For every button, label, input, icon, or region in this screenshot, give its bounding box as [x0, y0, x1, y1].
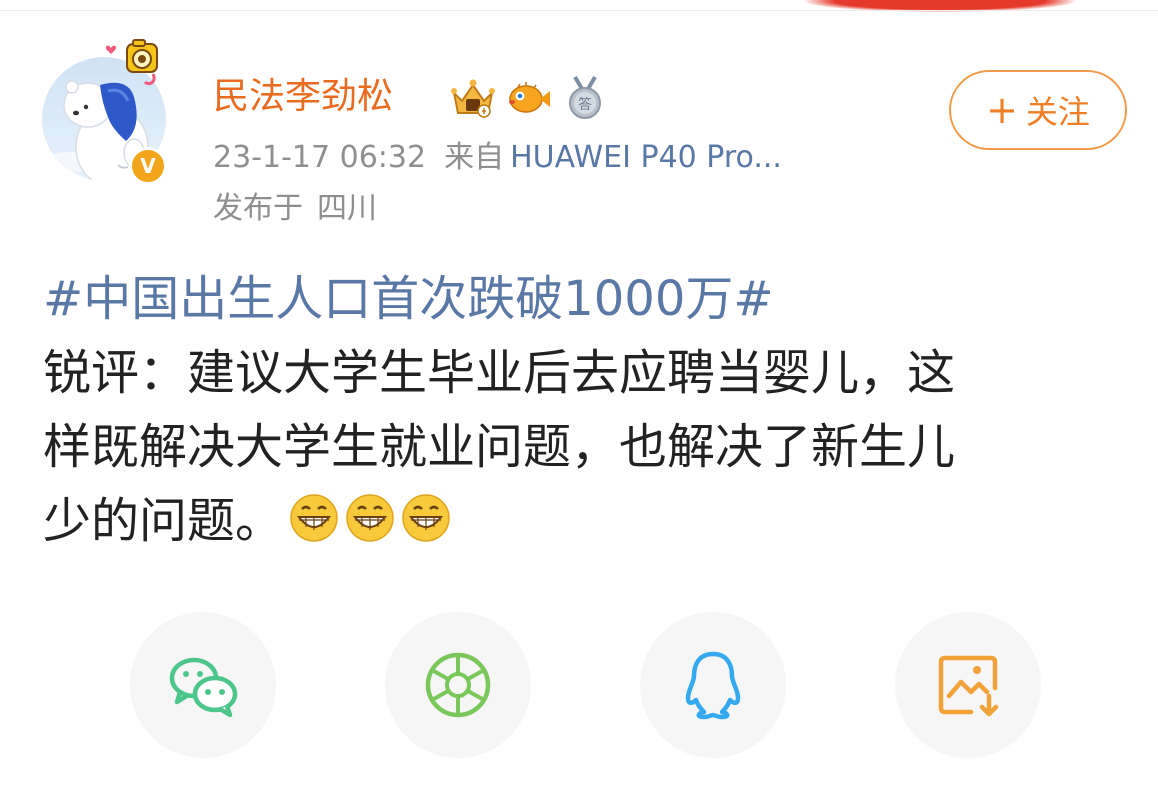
post-text-line-3-text: 少的问题。	[43, 493, 284, 549]
post-text-line-3: 少的问题。	[43, 484, 1123, 558]
moments-icon	[425, 652, 491, 718]
verified-badge: V	[129, 147, 167, 185]
share-wechat-button[interactable]	[130, 612, 276, 758]
save-image-button[interactable]	[895, 612, 1041, 758]
plus-icon: +	[986, 88, 1018, 132]
share-qq-button[interactable]	[640, 612, 786, 758]
share-bar	[0, 612, 1158, 758]
vip-crown-badge-icon[interactable]	[448, 75, 498, 121]
post-text-line-1: 锐评：建议大学生毕业后去应聘当婴儿，这	[43, 345, 956, 401]
weibo-post-page: V 民法李劲松 答 23-1-17 06:32 来自 HUAWEI P40 Pr…	[0, 0, 1158, 790]
pufferfish-badge-icon[interactable]	[504, 75, 554, 121]
answer-medal-badge-icon[interactable]: 答	[560, 75, 610, 121]
post-meta: 23-1-17 06:32 来自 HUAWEI P40 Pro...	[213, 137, 782, 179]
hashtag-topic-link[interactable]: #中国出生人口首次跌破1000万#	[43, 262, 1123, 336]
location-value: 四川	[317, 191, 377, 226]
grin-emoji-icon	[346, 494, 394, 542]
svg-text:答: 答	[578, 96, 592, 113]
post-text-line-2: 样既解决大学生就业问题，也解决了新生儿	[43, 419, 956, 475]
username[interactable]: 民法李劲松	[213, 72, 393, 122]
post-content: #中国出生人口首次跌破1000万# 锐评：建议大学生毕业后去应聘当婴儿，这 样既…	[43, 262, 1123, 558]
post-source-link[interactable]: HUAWEI P40 Pro...	[510, 140, 782, 175]
save-image-icon	[938, 655, 999, 717]
user-badges: 答	[448, 74, 610, 122]
location-label: 发布于	[213, 191, 303, 226]
follow-label: 关注	[1025, 93, 1090, 131]
share-moments-button[interactable]	[385, 612, 531, 758]
qq-icon	[685, 651, 741, 720]
follow-button[interactable]: + 关注	[949, 70, 1127, 150]
avatar-pendant-icon	[103, 38, 167, 90]
grin-emoji-icon	[402, 494, 450, 542]
wechat-icon	[169, 657, 238, 718]
grin-emoji-icon	[290, 494, 338, 542]
top-divider	[0, 10, 1158, 11]
source-prefix: 来自	[444, 140, 505, 175]
post-timestamp: 23-1-17 06:32	[213, 140, 427, 175]
post-location: 发布于 四川	[213, 188, 377, 230]
